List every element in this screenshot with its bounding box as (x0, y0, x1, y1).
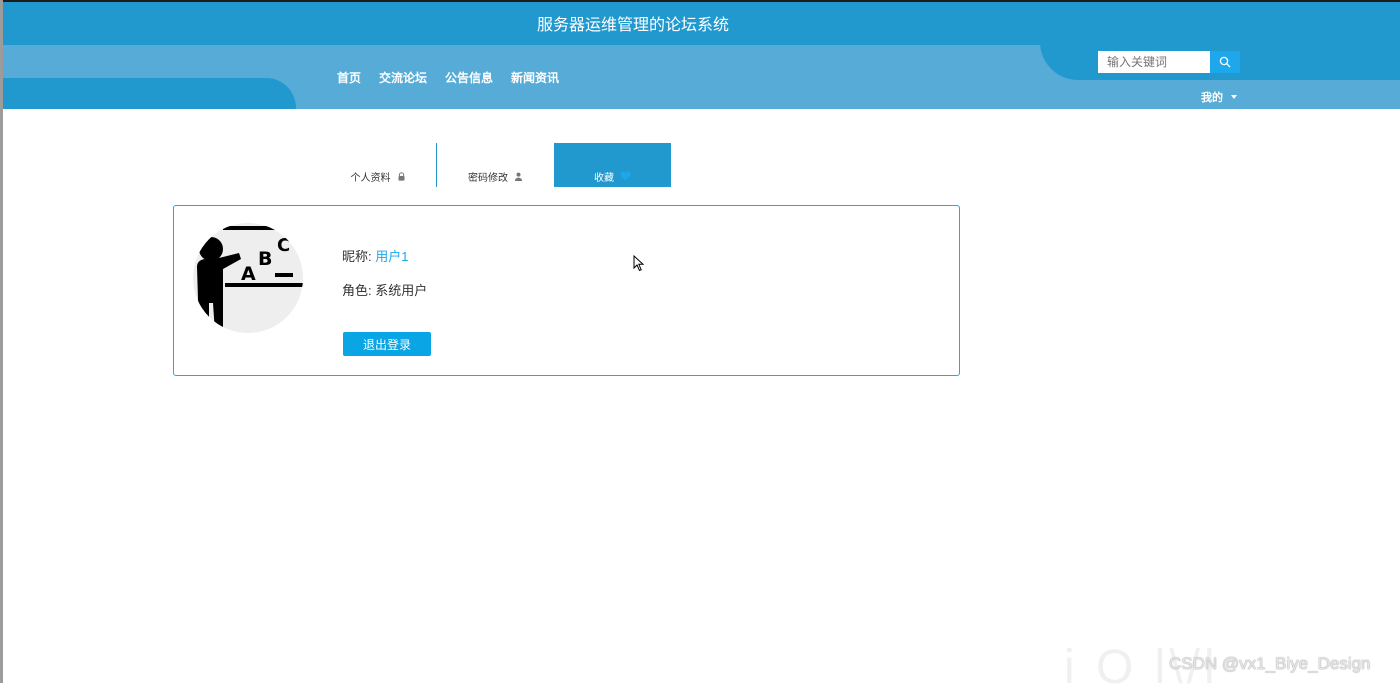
search-input[interactable] (1098, 51, 1210, 73)
site-header: 服务器运维管理的论坛系统 首页 交流论坛 公告信息 新闻资讯 我的 (3, 2, 1400, 109)
nickname-value: 用户1 (375, 249, 409, 264)
svg-text:B: B (258, 248, 272, 270)
nav-announcements[interactable]: 公告信息 (445, 69, 493, 86)
svg-text:C: C (277, 235, 290, 256)
avatar: A B C (193, 223, 303, 333)
lock-icon (398, 171, 404, 181)
search-icon (1219, 56, 1231, 68)
heart-icon (620, 171, 631, 181)
search-box (1098, 51, 1240, 73)
nav-forum[interactable]: 交流论坛 (379, 69, 427, 86)
tab-profile[interactable]: 个人资料 (320, 143, 437, 187)
nickname-row: 昵称: 用户1 (342, 246, 408, 265)
role-row: 角色: 系统用户 (342, 280, 427, 299)
user-menu[interactable]: 我的 (1201, 89, 1237, 105)
caret-down-icon (1231, 95, 1237, 99)
role-label: 角色: (342, 283, 372, 298)
profile-card: A B C 昵称: 用户1 角色: 系统用户 退出登录 (173, 205, 960, 376)
nav-home[interactable]: 首页 (337, 69, 361, 86)
role-value: 系统用户 (375, 283, 428, 298)
nav-news[interactable]: 新闻资讯 (511, 69, 559, 86)
watermark-text: CSDN @vx1_Biye_Design (1169, 654, 1371, 673)
header-decor-left (3, 78, 296, 109)
logout-button[interactable]: 退出登录 (343, 332, 431, 356)
svg-text:A: A (241, 263, 256, 285)
teacher-avatar-icon: A B C (197, 226, 303, 333)
search-button[interactable] (1210, 51, 1240, 73)
user-menu-label: 我的 (1201, 92, 1223, 104)
mouse-cursor-icon (633, 255, 645, 272)
main-nav: 首页 交流论坛 公告信息 新闻资讯 (337, 69, 559, 86)
tab-password[interactable]: 密码修改 (437, 143, 554, 187)
tab-profile-label: 个人资料 (350, 172, 391, 184)
tab-favorites[interactable]: 收藏 (554, 143, 671, 187)
tab-password-label: 密码修改 (468, 172, 508, 184)
nickname-label: 昵称: (342, 249, 372, 264)
profile-tabs: 个人资料 密码修改 收藏 (320, 143, 671, 187)
tab-favorites-label: 收藏 (594, 172, 614, 184)
user-icon (514, 172, 523, 181)
site-title: 服务器运维管理的论坛系统 (536, 17, 729, 34)
